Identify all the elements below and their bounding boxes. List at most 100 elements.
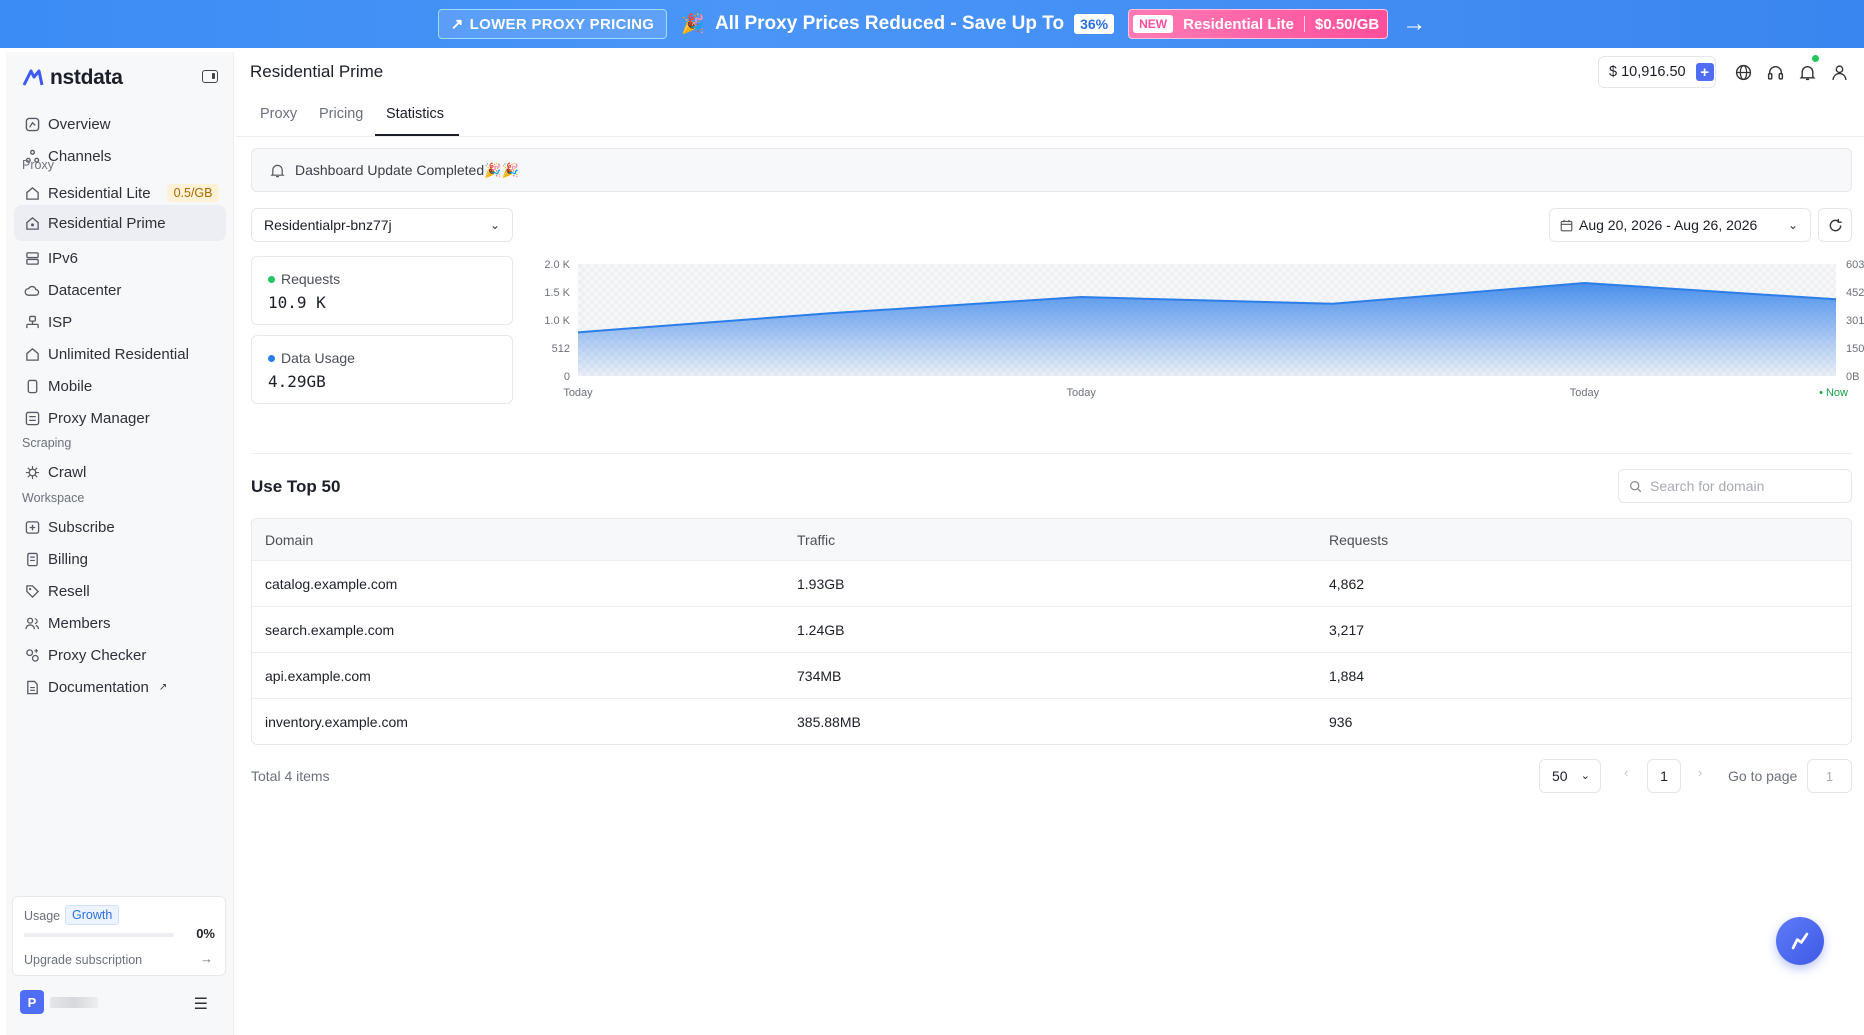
top-domains-table: Domain Traffic Requests catalog.example.…	[251, 518, 1852, 745]
globe-icon[interactable]	[1733, 62, 1753, 82]
residential-lite-promo[interactable]: NEW Residential Lite $0.50/GB	[1128, 9, 1389, 39]
bug-icon	[24, 464, 40, 480]
y-left-tick-label: 512	[552, 343, 570, 355]
sidebar-item-members[interactable]: Members	[14, 605, 226, 641]
proxy-user-value: Residentialpr-bnz77j	[264, 217, 392, 233]
usage-progress-bar	[24, 933, 174, 937]
page-size-select[interactable]: 50 ⌄	[1539, 759, 1601, 793]
sidebar-item-datacenter[interactable]: Datacenter	[14, 272, 226, 308]
sidebar-item-label: Mobile	[48, 377, 93, 395]
domain-search[interactable]	[1618, 469, 1852, 503]
usage-percent: 0%	[196, 926, 215, 941]
sidebar-item-billing[interactable]: Billing	[14, 541, 226, 577]
users-icon	[24, 615, 40, 631]
new-tag: NEW	[1133, 15, 1174, 33]
prev-page-icon[interactable]: ‹	[1624, 765, 1628, 780]
upgrade-subscription-link[interactable]: Upgrade subscription	[24, 953, 142, 967]
data-usage-label-text: Data Usage	[281, 350, 355, 366]
sidebar-item-proxy-checker[interactable]: Proxy Checker	[14, 637, 226, 673]
search-input[interactable]	[1650, 478, 1840, 494]
tab-pricing[interactable]: Pricing	[319, 106, 363, 122]
sidebar-item-crawl[interactable]: Crawl	[14, 454, 226, 490]
brand-logo[interactable]: nstdata	[22, 66, 123, 90]
assistant-fab[interactable]	[1776, 917, 1824, 965]
brand-icon	[22, 69, 44, 86]
date-range-picker[interactable]: Aug 20, 2026 - Aug 26, 2026 ⌄	[1549, 208, 1811, 242]
date-range-value: Aug 20, 2026 - Aug 26, 2026	[1579, 217, 1758, 233]
subscribe-icon	[24, 519, 40, 535]
usage-card: Usage Growth 0% Upgrade subscription →	[12, 896, 226, 976]
promo-banner[interactable]: ↗ LOWER PROXY PRICING 🎉 All Proxy Prices…	[0, 0, 1864, 48]
external-link-icon: ↗	[158, 681, 168, 693]
y-right-tick-label: 603.98M	[1846, 259, 1864, 271]
sidebar-item-label: Proxy Checker	[48, 646, 147, 664]
search-icon	[1630, 480, 1642, 492]
proxy-user-select[interactable]: Residentialpr-bnz77j ⌄	[251, 208, 513, 242]
sidebar-item-label: Residential Prime	[48, 214, 166, 232]
sidebar-item-label: Billing	[48, 550, 89, 568]
tab-proxy[interactable]: Proxy	[260, 106, 297, 122]
add-funds-button[interactable]: +	[1695, 63, 1714, 81]
sidebar-item-overview[interactable]: Overview	[14, 106, 226, 142]
sidebar-item-subscribe[interactable]: Subscribe	[14, 509, 226, 545]
banner-message: 🎉 All Proxy Prices Reduced - Save Up To …	[681, 12, 1115, 36]
column-header-domain[interactable]: Domain	[265, 519, 313, 560]
cell-domain: inventory.example.com	[265, 713, 408, 730]
arrow-right-icon[interactable]: →	[1402, 10, 1426, 38]
x-tick-label: Today	[563, 387, 593, 399]
sidebar-item-isp[interactable]: ISP	[14, 304, 226, 340]
sidebar-item-label: Documentation	[48, 678, 149, 696]
chevron-down-icon: ⌄	[489, 218, 500, 232]
cell-traffic: 385.88MB	[797, 713, 861, 730]
column-header-traffic[interactable]: Traffic	[797, 519, 835, 560]
total-items: Total 4 items	[251, 768, 330, 784]
sidebar: nstdata Overview Channels Proxy Resident…	[6, 52, 234, 1035]
sidebar-item-label: IPv6	[48, 249, 79, 267]
table-row[interactable]: api.example.com 734MB 1,884	[252, 652, 1851, 698]
table-row[interactable]: search.example.com 1.24GB 3,217	[252, 606, 1851, 652]
cell-domain: catalog.example.com	[265, 575, 398, 592]
sidebar-item-mobile[interactable]: Mobile	[14, 368, 226, 404]
menu-icon[interactable]: ☰	[194, 994, 208, 1014]
cell-traffic: 1.93GB	[797, 575, 845, 592]
x-tick-label: Today	[1570, 387, 1600, 399]
tab-statistics[interactable]: Statistics	[386, 106, 444, 122]
notice-banner: Dashboard Update Completed🎉🎉	[251, 148, 1852, 192]
table-row[interactable]: catalog.example.com 1.93GB 4,862	[252, 560, 1851, 606]
brand-name: nstdata	[50, 66, 123, 89]
headset-icon[interactable]	[1765, 62, 1785, 82]
balance-display[interactable]: $ 10,916.50 +	[1598, 56, 1716, 88]
bell-icon[interactable]	[1797, 62, 1817, 82]
sidebar-collapse-icon[interactable]	[202, 70, 218, 83]
home-star-icon	[24, 215, 40, 231]
chevron-down-icon: ⌄	[1580, 770, 1590, 782]
table-row[interactable]: inventory.example.com 385.88MB 936	[252, 698, 1851, 744]
sidebar-item-label: Overview	[48, 115, 111, 133]
sidebar-item-residential-prime[interactable]: Residential Prime	[14, 205, 226, 241]
sidebar-item-resell[interactable]: Resell	[14, 573, 226, 609]
sidebar-item-ipv6[interactable]: IPv6	[14, 240, 226, 276]
usage-chart[interactable]: 2.0 K 1.5 K 1.0 K 512 0 603.98M 452.98M 301.99M…	[530, 256, 1864, 436]
sidebar-item-proxy-manager[interactable]: Proxy Manager	[14, 400, 226, 436]
refresh-button[interactable]	[1818, 208, 1852, 242]
avatar[interactable]: P	[20, 990, 44, 1014]
sidebar-item-label: Channels	[48, 147, 112, 165]
y-left-tick-label: 1.5 K	[544, 287, 570, 299]
column-header-requests[interactable]: Requests	[1329, 519, 1388, 560]
promo-separator	[1303, 16, 1305, 32]
user-row[interactable]: P ☰	[20, 990, 220, 1016]
cell-traffic: 1.24GB	[797, 621, 845, 638]
sidebar-item-documentation[interactable]: Documentation ↗	[14, 669, 226, 705]
tag-icon	[24, 583, 40, 599]
page-number-current[interactable]: 1	[1647, 759, 1681, 793]
sidebar-item-label: Unlimited Residential	[48, 345, 189, 363]
arrow-right-icon[interactable]: →	[200, 951, 213, 966]
section-scraping: Scraping	[22, 436, 72, 450]
document-icon	[24, 679, 40, 695]
next-page-icon[interactable]: ›	[1698, 765, 1702, 780]
user-icon[interactable]	[1829, 62, 1849, 82]
goto-page-input[interactable]: 1	[1807, 759, 1852, 793]
trend-up-icon: ↗	[450, 16, 464, 33]
x-tick-label: Today	[1067, 387, 1097, 399]
sidebar-item-unlimited-residential[interactable]: Unlimited Residential	[14, 336, 226, 372]
